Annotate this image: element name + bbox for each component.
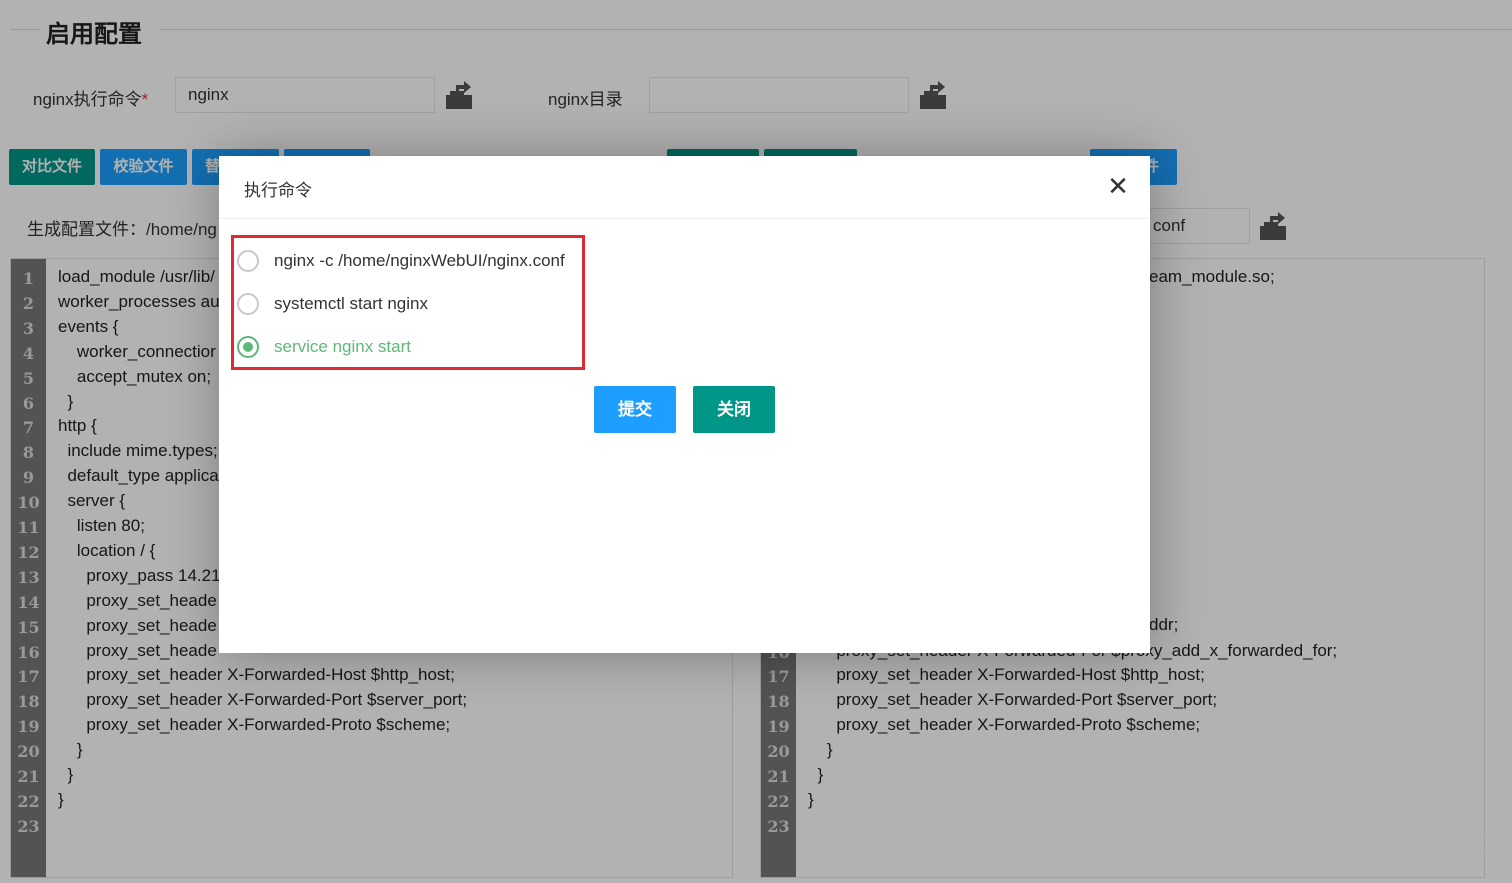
radio-label: systemctl start nginx	[274, 294, 428, 313]
radio-label: service nginx start	[274, 337, 411, 356]
radio-button[interactable]	[237, 250, 259, 272]
close-button[interactable]: 关闭	[693, 386, 775, 433]
radio-label: nginx -c /home/nginxWebUI/nginx.conf	[274, 251, 565, 270]
dialog-header: 执行命令 ✕	[219, 156, 1150, 219]
radio-button[interactable]	[237, 293, 259, 315]
submit-button[interactable]: 提交	[594, 386, 676, 433]
close-icon[interactable]: ✕	[1106, 172, 1130, 200]
dialog-title: 执行命令	[244, 181, 312, 200]
execute-command-dialog: 执行命令 ✕ nginx -c /home/nginxWebUI/nginx.c…	[219, 156, 1150, 653]
radio-button-checked[interactable]	[237, 336, 259, 358]
